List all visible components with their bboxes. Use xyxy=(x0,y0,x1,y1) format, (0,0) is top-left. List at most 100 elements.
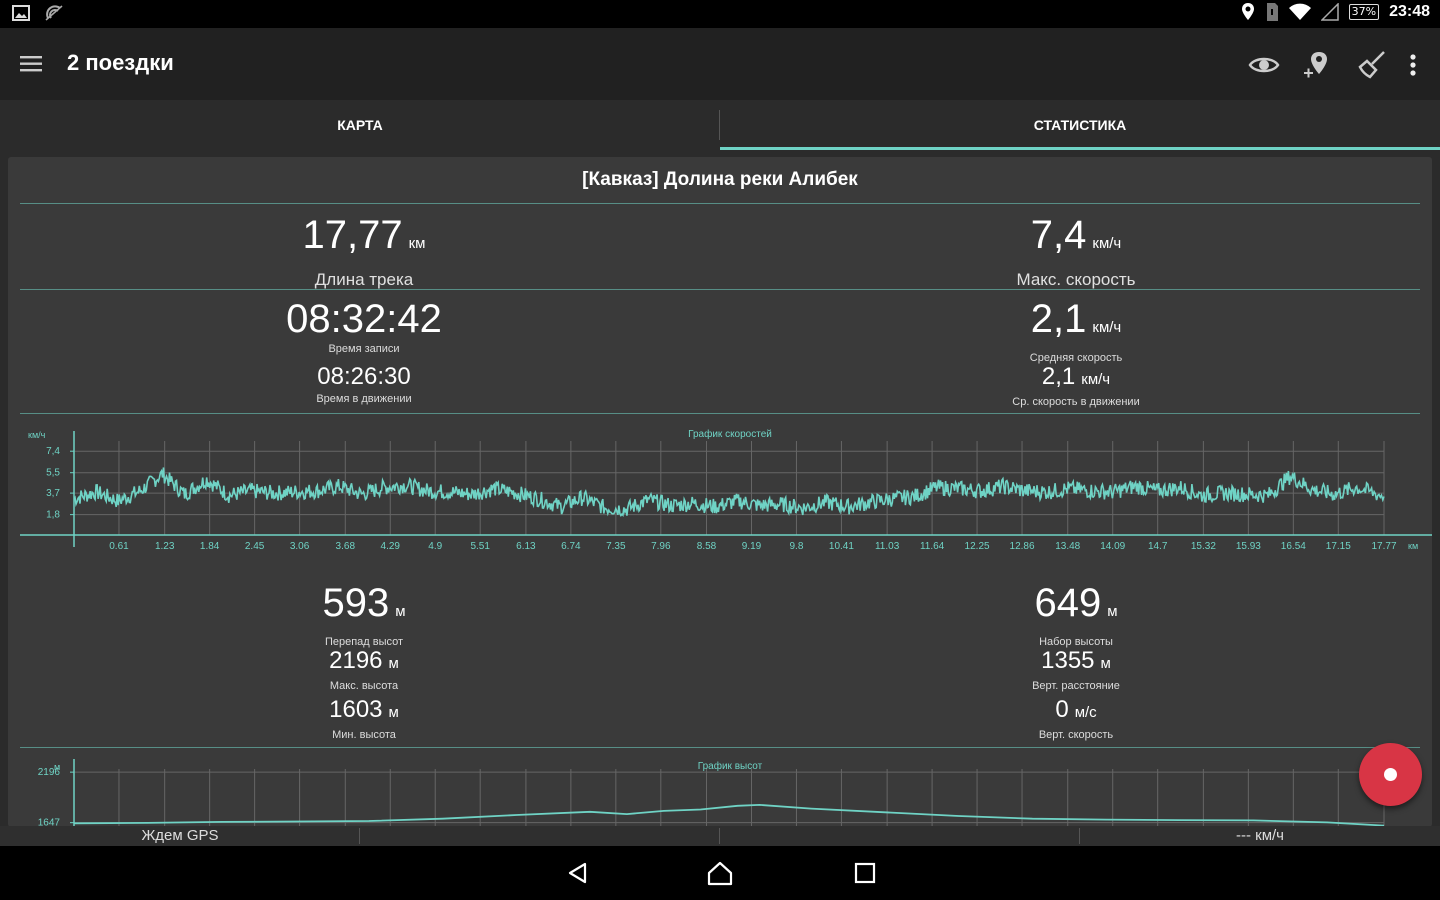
tab-map[interactable]: КАРТА xyxy=(0,100,720,150)
record-button[interactable] xyxy=(1359,743,1422,806)
min-altitude-label: Мин. высота xyxy=(332,729,396,741)
app-bar: 2 поездки xyxy=(0,28,1440,100)
x-tick-label: 6.13 xyxy=(516,541,536,552)
avg-speed-value: 2,1 xyxy=(1030,297,1087,341)
tab-statistics[interactable]: СТАТИСТИКА xyxy=(720,100,1440,150)
min-altitude-value: 1603 xyxy=(329,696,383,723)
max-speed-label: Макс. скорость xyxy=(1016,270,1136,289)
vertical-speed-label: Верт. скорость xyxy=(1038,729,1114,741)
recents-icon xyxy=(854,862,876,884)
record-icon xyxy=(1384,768,1397,781)
elevation-diff-value: 593 xyxy=(322,581,390,625)
record-time-label: Время записи xyxy=(328,343,400,355)
track-length-unit: км xyxy=(408,235,426,252)
sim-icon xyxy=(1266,3,1278,21)
avg-speed-stat: 2,1 км/ч Средняя скорость xyxy=(776,297,1376,364)
x-tick-label: 15.32 xyxy=(1191,541,1216,552)
record-time-value: 08:32:42 xyxy=(286,297,442,341)
x-tick-label: 9.19 xyxy=(742,541,762,552)
visibility-button[interactable] xyxy=(1247,48,1281,82)
speed-series-line xyxy=(73,467,1385,518)
y-axis-label: км/ч xyxy=(28,430,46,440)
home-button[interactable] xyxy=(705,859,735,887)
chart-title: График скоростей xyxy=(688,428,772,440)
x-tick-label: 17.15 xyxy=(1326,541,1351,552)
divider xyxy=(719,828,720,844)
x-tick-label: 15.93 xyxy=(1236,541,1261,552)
x-tick-label: 16.54 xyxy=(1281,541,1306,552)
current-speed: --- км/ч xyxy=(1235,827,1284,844)
max-altitude-stat: 2196 м Макс. высота xyxy=(64,647,664,692)
y-tick-label: 7,4 xyxy=(46,446,60,457)
location-icon xyxy=(1241,3,1254,20)
overflow-menu-button[interactable] xyxy=(1396,48,1430,82)
divider xyxy=(20,747,1420,748)
x-tick-label: 14.7 xyxy=(1148,541,1168,552)
max-altitude-value: 2196 xyxy=(329,647,383,674)
avg-moving-speed-value: 2,1 xyxy=(1041,363,1076,390)
eye-icon xyxy=(1248,57,1280,73)
x-tick-label: 7.35 xyxy=(606,541,626,552)
x-tick-label: 11.03 xyxy=(875,541,900,552)
chart-title: График высот xyxy=(698,760,763,772)
recents-button[interactable] xyxy=(850,859,880,887)
cell-signal-icon xyxy=(1320,3,1339,21)
x-tick-label: 1.23 xyxy=(155,541,175,552)
max-speed-value: 7,4 xyxy=(1030,213,1087,257)
x-tick-label: 12.86 xyxy=(1010,541,1035,552)
battery-indicator: 37% xyxy=(1348,4,1380,20)
divider xyxy=(20,413,1420,414)
y-tick-label: 5,5 xyxy=(46,468,60,479)
back-icon xyxy=(568,862,587,884)
wifi-icon xyxy=(1288,3,1311,20)
image-icon xyxy=(12,5,30,21)
divider xyxy=(20,289,1420,290)
record-time-stat: 08:32:42 Время записи xyxy=(64,297,664,355)
back-button[interactable] xyxy=(563,859,593,887)
x-tick-label: 1.84 xyxy=(200,541,220,552)
x-tick-label: 3.06 xyxy=(290,541,310,552)
x-tick-label: 7.96 xyxy=(651,541,671,552)
divider xyxy=(359,828,360,844)
track-title: [Кавказ] Долина реки Алибек xyxy=(582,169,858,190)
page-title: 2 поездки xyxy=(67,50,174,75)
elevation-gain-unit: м xyxy=(1107,603,1118,620)
add-location-button[interactable] xyxy=(1300,48,1334,82)
x-tick-label: 13.48 xyxy=(1055,541,1080,552)
tab-bar: КАРТА СТАТИСТИКА xyxy=(0,100,1440,150)
max-altitude-unit: м xyxy=(388,655,399,672)
gps-status-bar: Ждем GPS --- км/ч xyxy=(0,826,1440,846)
y-tick-label: 2196 xyxy=(38,767,61,778)
x-tick-label: 4.29 xyxy=(381,541,401,552)
moving-time-stat: 08:26:30 Время в движении xyxy=(64,363,664,405)
y-tick-label: 1,8 xyxy=(46,510,60,521)
more-vert-icon xyxy=(1410,54,1416,76)
clock: 23:48 xyxy=(1389,3,1430,20)
x-tick-label: 12.25 xyxy=(965,541,990,552)
track-length-value: 17,77 xyxy=(302,213,403,257)
vertical-speed-value: 0 xyxy=(1055,696,1069,723)
x-tick-label: 10.41 xyxy=(829,541,854,552)
min-altitude-unit: м xyxy=(388,704,399,721)
elevation-diff-unit: м xyxy=(395,603,406,620)
vertical-distance-stat: 1355 м Верт. расстояние xyxy=(776,647,1376,692)
avg-speed-unit: км/ч xyxy=(1092,319,1122,336)
divider xyxy=(20,203,1420,204)
moving-time-value: 08:26:30 xyxy=(317,363,411,390)
x-tick-label: 4.9 xyxy=(428,541,442,552)
x-tick-label: 3.68 xyxy=(336,541,356,552)
stats-card: [Кавказ] Долина реки Алибек 17,77 км Длин… xyxy=(8,157,1432,827)
altitude-chart: График высотм16472196 xyxy=(38,759,1385,827)
vertical-distance-label: Верт. расстояние xyxy=(1032,680,1120,692)
avg-moving-speed-label: Ср. скорость в движении xyxy=(1012,396,1140,408)
hamburger-menu-button[interactable] xyxy=(14,50,50,78)
track-length-stat: 17,77 км Длина трека xyxy=(64,213,664,290)
x-tick-label: 14.09 xyxy=(1100,541,1125,552)
x-tick-label: 9.8 xyxy=(790,541,804,552)
clean-button[interactable] xyxy=(1355,48,1389,82)
max-altitude-label: Макс. высота xyxy=(329,680,399,692)
min-altitude-stat: 1603 м Мин. высота xyxy=(64,696,664,741)
status-bar: 37% 23:48 xyxy=(0,0,1440,28)
vertical-distance-value: 1355 xyxy=(1041,647,1095,674)
x-tick-label: 2.45 xyxy=(245,541,265,552)
